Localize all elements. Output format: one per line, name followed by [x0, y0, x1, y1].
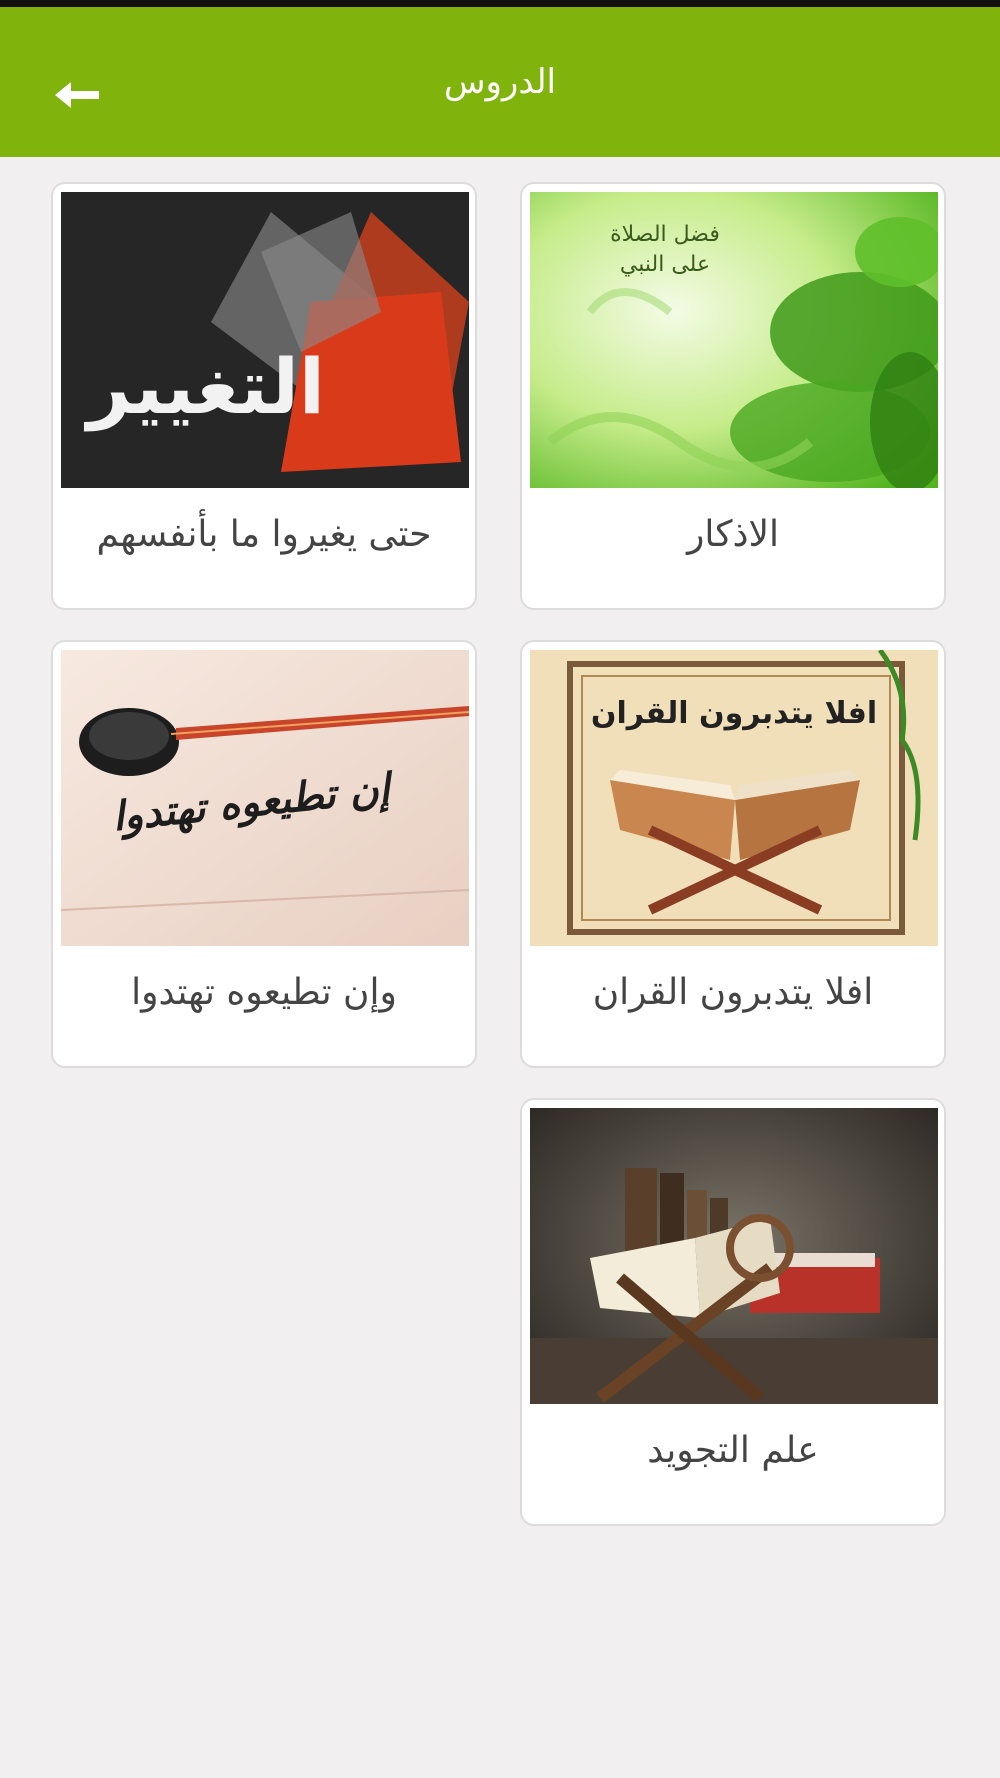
books-quran-stand-image [530, 1108, 938, 1404]
lesson-card-obey[interactable]: إن تطيعوه تهتدوا وإن تطيعوه تهتدوا [51, 640, 477, 1068]
lesson-card-quran[interactable]: افلا يتدبرون القران افلا يتدبرون القران [520, 640, 946, 1068]
app-bar: الدروس [0, 7, 1000, 157]
lesson-card-change[interactable]: التغيير حتى يغيروا ما بأنفسهم [51, 182, 477, 610]
image-text: التغيير [87, 342, 325, 431]
lesson-label: الاذكار [686, 514, 780, 555]
image-text-line2: على النبي [619, 252, 711, 277]
change-abstract-image: التغيير [61, 192, 469, 488]
lesson-label: حتى يغيروا ما بأنفسهم [96, 514, 432, 555]
lesson-card-adhkar[interactable]: فضل الصلاة على النبي الاذكار [520, 182, 946, 610]
greenery-calligraphy-image: فضل الصلاة على النبي [530, 192, 938, 488]
lesson-label: افلا يتدبرون القران [592, 972, 874, 1013]
lesson-label: علم التجويد [647, 1430, 819, 1471]
image-text: افلا يتدبرون القران [590, 696, 878, 731]
calligraphy-pen-image: إن تطيعوه تهتدوا [61, 650, 469, 946]
lesson-label: وإن تطيعوه تهتدوا [131, 972, 397, 1013]
open-quran-stand-image: افلا يتدبرون القران [530, 650, 938, 946]
image-text-line1: فضل الصلاة [610, 222, 720, 247]
page-title: الدروس [444, 62, 556, 102]
lesson-card-tajweed[interactable]: علم التجويد [520, 1098, 946, 1526]
